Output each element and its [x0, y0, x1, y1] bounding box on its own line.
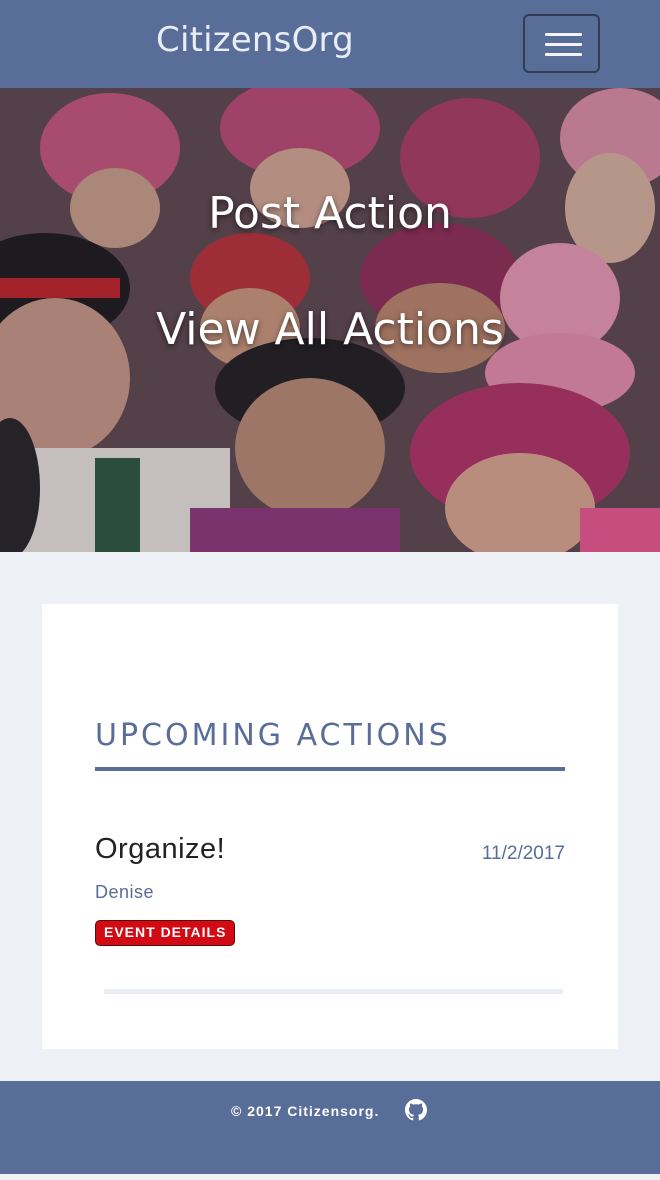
post-action-link[interactable]: Post Action [0, 188, 660, 239]
action-author: Denise [95, 882, 155, 902]
upcoming-actions-card: UPCOMING ACTIONS Organize! 11/2/2017 Den… [42, 604, 618, 1049]
action-title: Organize! [95, 833, 226, 865]
section-title: UPCOMING ACTIONS [95, 718, 451, 753]
action-date: 11/2/2017 [481, 843, 565, 864]
item-divider [104, 989, 563, 994]
copyright-text: © 2017 Citizensorg. [231, 1103, 380, 1119]
bottom-strip [0, 1174, 660, 1180]
github-icon[interactable] [405, 1099, 427, 1121]
title-underline [95, 767, 565, 771]
event-details-button[interactable]: EVENT DETAILS [95, 920, 236, 946]
hero-banner: Post Action View All Actions [0, 88, 660, 552]
hamburger-menu-icon [545, 33, 582, 36]
brand-logo[interactable]: CitizensOrg [156, 20, 354, 60]
navbar: CitizensOrg [0, 0, 660, 88]
footer: © 2017 Citizensorg. [0, 1081, 660, 1174]
view-all-actions-link[interactable]: View All Actions [0, 304, 660, 355]
menu-toggle-button[interactable] [523, 14, 600, 73]
